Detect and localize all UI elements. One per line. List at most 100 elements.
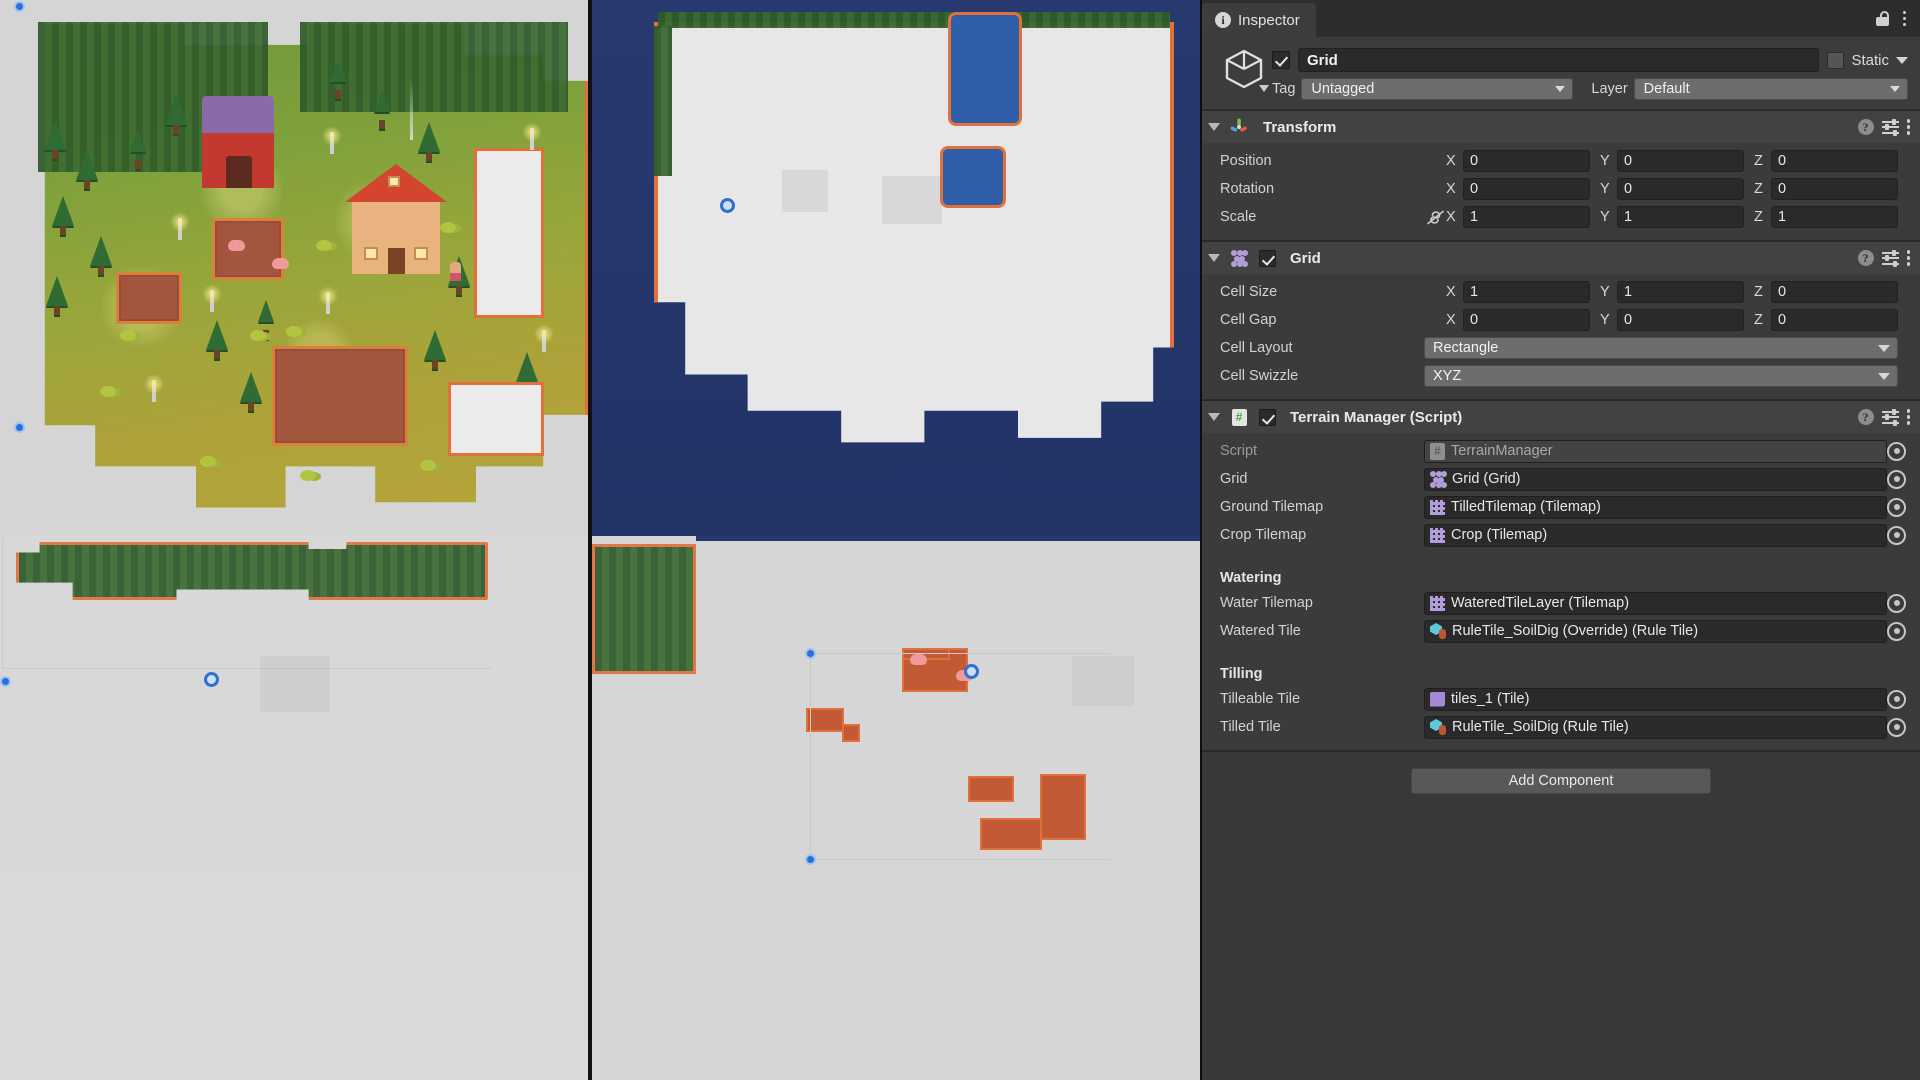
gameobject-enabled-checkbox[interactable]: [1272, 51, 1290, 69]
tree-sprite: [130, 130, 146, 169]
row-ground-tilemap: Ground Tilemap TilledTilemap (Tilemap): [1202, 494, 1908, 520]
scale-y-input[interactable]: 1: [1617, 206, 1744, 228]
position-z-input[interactable]: 0: [1771, 150, 1898, 172]
cell-gap-x-input[interactable]: 0: [1463, 309, 1590, 331]
object-picker-icon[interactable]: [1887, 593, 1906, 613]
ghost-house: [260, 656, 330, 712]
tilled-tile-object-field[interactable]: RuleTile_SoilDig (Rule Tile): [1424, 715, 1887, 739]
gizmo-pivot-handle[interactable]: [964, 664, 979, 679]
cell-size-x-input[interactable]: 1: [1463, 281, 1590, 303]
component-context-menu-icon[interactable]: [1906, 409, 1910, 425]
object-picker-icon[interactable]: [1887, 469, 1906, 489]
component-context-menu-icon[interactable]: [1906, 119, 1910, 135]
water-tilemap-value: WateredTileLayer (Tilemap): [1451, 595, 1630, 611]
gizmo-pivot-handle[interactable]: [720, 198, 735, 213]
component-grid-header[interactable]: Grid ?: [1202, 242, 1920, 274]
preset-settings-icon[interactable]: [1881, 118, 1899, 136]
axis-y-label: Y: [1600, 312, 1610, 328]
scene-view-forest[interactable]: [0, 536, 592, 1080]
object-picker-icon[interactable]: [1887, 717, 1906, 737]
row-tilleable-tile: Tilleable Tile tiles_1 (Tile): [1202, 686, 1908, 712]
scale-z-input[interactable]: 1: [1771, 206, 1898, 228]
scene-view-tilled[interactable]: [592, 536, 1200, 1080]
terrain-manager-enabled-checkbox[interactable]: [1259, 408, 1276, 426]
preset-settings-icon[interactable]: [1881, 249, 1899, 267]
cell-swizzle-dropdown[interactable]: XYZ: [1424, 365, 1898, 387]
scene-view-area[interactable]: [0, 0, 1200, 1080]
rotation-y-input[interactable]: 0: [1617, 178, 1744, 200]
object-picker-icon[interactable]: [1887, 441, 1906, 461]
gameobject-header-fields: Grid Static Tag Untagged Layer Default: [1272, 44, 1908, 100]
object-picker-icon[interactable]: [1887, 497, 1906, 517]
object-picker-icon[interactable]: [1887, 525, 1906, 545]
layer-dropdown[interactable]: Default: [1633, 78, 1908, 100]
rotation-x-input[interactable]: 0: [1463, 178, 1590, 200]
component-transform-header[interactable]: Transform ?: [1202, 111, 1920, 143]
row-scale: Scale X 1 Y 1 Z 1: [1202, 204, 1908, 230]
crop-tilemap-object-field[interactable]: Crop (Tilemap): [1424, 523, 1887, 547]
axis-y-label: Y: [1600, 153, 1610, 169]
cell-gap-z-input[interactable]: 0: [1771, 309, 1898, 331]
object-picker-icon[interactable]: [1887, 689, 1906, 709]
scene-view-water[interactable]: [592, 0, 1200, 536]
position-x-input[interactable]: 0: [1463, 150, 1590, 172]
preset-settings-icon[interactable]: [1881, 408, 1899, 426]
kebab-menu-icon[interactable]: [1902, 10, 1906, 27]
gizmo-pivot-handle[interactable]: [204, 672, 219, 687]
object-picker-icon[interactable]: [1887, 621, 1906, 641]
scale-x-input[interactable]: 1: [1463, 206, 1590, 228]
foldout-arrow-icon[interactable]: [1208, 254, 1220, 262]
help-icon[interactable]: ?: [1857, 409, 1874, 425]
scene-view-colored[interactable]: [0, 0, 592, 536]
gizmo-handle[interactable]: [14, 422, 25, 433]
view-divider: [588, 0, 592, 1080]
water-tilemap-object-field[interactable]: WateredTileLayer (Tilemap): [1424, 591, 1887, 615]
foldout-arrow-icon[interactable]: [1208, 123, 1220, 131]
gizmo-handle[interactable]: [0, 676, 11, 687]
watered-tile-object-field[interactable]: RuleTile_SoilDig (Override) (Rule Tile): [1424, 619, 1887, 643]
tilled-tile-region: [1040, 774, 1086, 840]
position-y-input[interactable]: 0: [1617, 150, 1744, 172]
gizmo-handle[interactable]: [805, 648, 816, 659]
row-label-cell-swizzle: Cell Swizzle: [1220, 368, 1299, 384]
cell-size-y-input[interactable]: 1: [1617, 281, 1744, 303]
add-component-button[interactable]: Add Component: [1411, 768, 1711, 794]
row-crop-tilemap: Crop Tilemap Crop (Tilemap): [1202, 522, 1908, 548]
static-checkbox[interactable]: [1827, 51, 1845, 69]
lamp-sprite: [170, 212, 190, 240]
empty-tile-block: [448, 382, 544, 456]
gizmo-handle[interactable]: [805, 854, 816, 865]
gizmo-handle[interactable]: [14, 1, 25, 12]
layer-value: Default: [1643, 81, 1690, 97]
constrain-proportions-icon[interactable]: [1424, 210, 1446, 225]
cell-gap-vector3: X 0 Y 0 Z 0: [1446, 309, 1908, 331]
rotation-z-input[interactable]: 0: [1771, 178, 1898, 200]
cell-size-z-input[interactable]: 0: [1771, 281, 1898, 303]
tab-inspector[interactable]: i Inspector: [1202, 3, 1316, 37]
tag-dropdown[interactable]: Untagged: [1301, 78, 1574, 100]
tilleable-tile-object-field[interactable]: tiles_1 (Tile): [1424, 687, 1887, 711]
gameobject-name-input[interactable]: Grid: [1298, 48, 1820, 72]
cell-layout-dropdown[interactable]: Rectangle: [1424, 337, 1898, 359]
static-flags-control[interactable]: Static: [1827, 51, 1908, 69]
tag-value: Untagged: [1311, 81, 1375, 97]
forest-edge-band: [658, 12, 1170, 28]
help-icon[interactable]: ?: [1857, 119, 1874, 135]
pond-water-area: [948, 12, 1022, 126]
axis-z-label: Z: [1754, 181, 1763, 197]
cell-gap-y-input[interactable]: 0: [1617, 309, 1744, 331]
lock-open-icon[interactable]: [1875, 11, 1889, 26]
foldout-arrow-icon[interactable]: [1208, 413, 1220, 421]
component-terrain-manager-header[interactable]: # Terrain Manager (Script) ?: [1202, 401, 1920, 433]
ground-tilemap-object-field[interactable]: TilledTilemap (Tilemap): [1424, 495, 1887, 519]
section-tilling-header: Tilling: [1220, 666, 1263, 682]
row-cell-gap: Cell Gap X 0 Y 0 Z 0: [1202, 307, 1908, 333]
rotation-vector3: X 0 Y 0 Z 0: [1446, 178, 1908, 200]
help-icon[interactable]: ?: [1857, 250, 1874, 266]
grid-object-field[interactable]: Grid (Grid): [1424, 467, 1887, 491]
grid-enabled-checkbox[interactable]: [1259, 249, 1276, 267]
static-label: Static: [1851, 51, 1889, 69]
component-context-menu-icon[interactable]: [1906, 250, 1910, 266]
static-dropdown-caret-icon[interactable]: [1896, 56, 1908, 64]
